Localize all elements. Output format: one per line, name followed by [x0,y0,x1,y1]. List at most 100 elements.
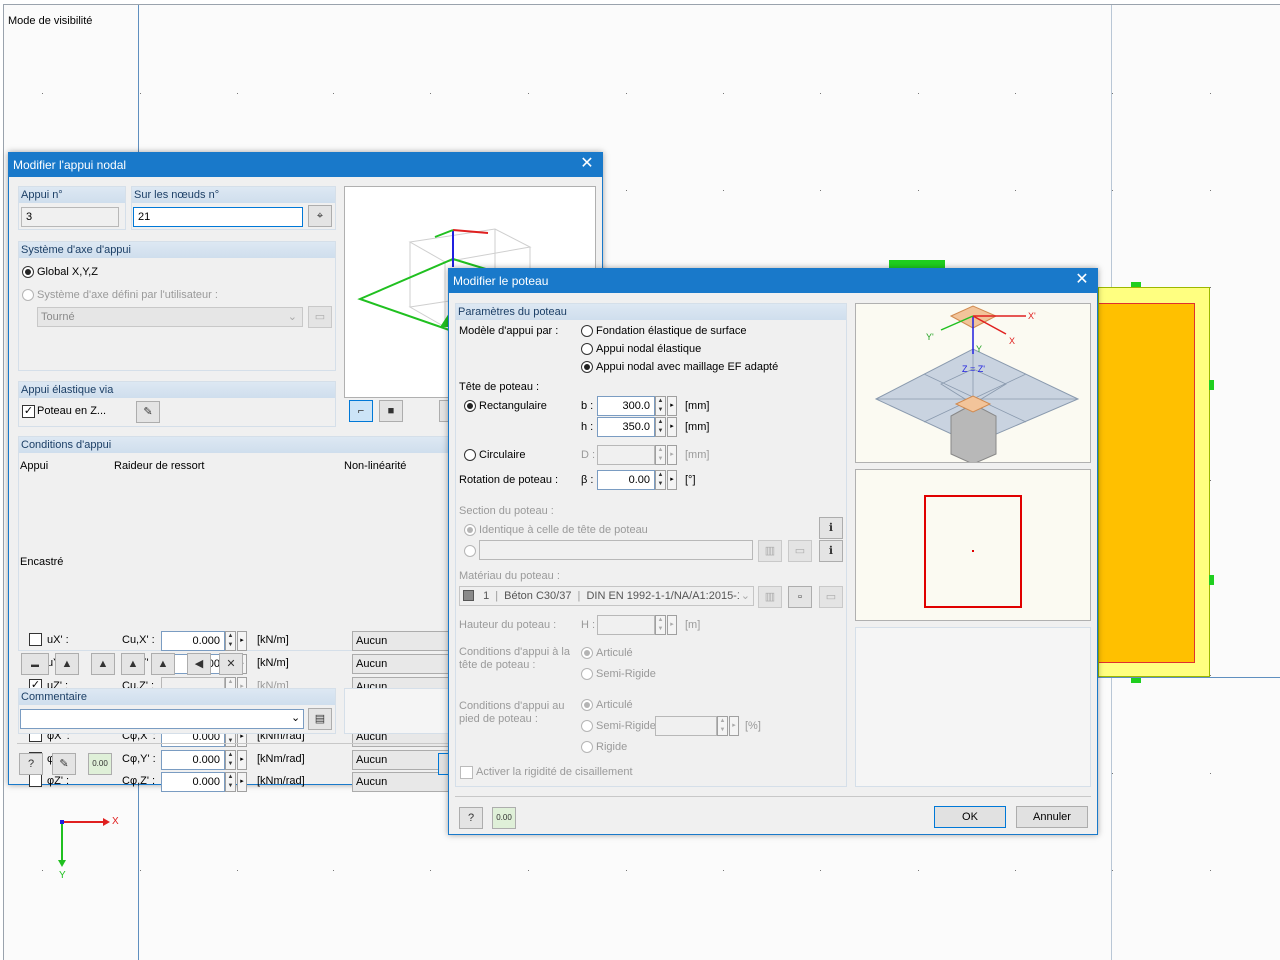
foot-semirigid-input [655,716,717,736]
height-unit: [m] [685,619,701,631]
material-select[interactable]: 1 | Béton C30/37 | DIN EN 1992-1-1/NA/A1… [459,586,754,606]
grid-dot [723,190,724,191]
elastic-foundation-radio[interactable] [581,325,593,337]
view-solid-button[interactable]: ■ [379,400,403,422]
preview-empty-panel [855,627,1091,787]
rotation-label: Rotation de poteau : [459,474,559,486]
nonlinearity-select[interactable]: Aucun [352,631,457,651]
beta-dropdown[interactable]: ▸ [667,470,677,490]
close-icon[interactable]: ✕ [580,153,594,177]
h-input[interactable]: 350.0 [597,417,655,437]
preview-y-label: Y [976,344,982,354]
beta-input[interactable]: 0.00 [597,470,655,490]
user-axis-radio[interactable] [22,289,34,301]
fe-mesh-radio[interactable] [581,361,593,373]
grid-dot [333,870,334,871]
spring-value-dropdown[interactable]: ▸ [237,631,247,651]
pick-nodes-button[interactable]: ⌖ [308,205,332,227]
support-marker [1209,575,1214,585]
user-axis-label: Système d'axe défini par l'utilisateur : [37,289,218,301]
support-type-hinge-button[interactable]: ▬ [21,653,49,675]
chevron-down-icon[interactable]: ⌄ [291,711,300,724]
view-axes-button[interactable]: ⌐ [349,400,373,422]
nonlinearity-select[interactable]: Aucun [352,772,457,792]
grid-dot [1210,480,1211,481]
head-hinged-label: Articulé [596,647,633,659]
section-info-button-2[interactable]: ℹ [819,540,843,562]
beta-spinner[interactable]: ▲ ▼ [655,470,666,490]
spring-value-spinner[interactable]: ▲▼ [225,750,236,770]
material-library-button: ▥ [758,586,782,608]
section-info-button[interactable]: ℹ [819,517,843,539]
edit-column-button[interactable]: ✎ [136,401,160,423]
grid-dot [918,190,919,191]
library-icon: ▥ [764,545,776,557]
support-type-free-button[interactable]: ✕ [219,653,243,675]
h-unit: [mm] [685,421,710,433]
spring-value-input[interactable]: 0.000 [161,631,225,651]
material-new-button[interactable]: ▫ [788,586,812,608]
edit-icon: ▭ [794,545,806,557]
surface-plate[interactable] [1098,287,1210,677]
grid-dot [1210,870,1211,871]
help-button[interactable]: ? [19,753,43,775]
axis-rotation-select[interactable]: Tourné ⌄ [37,307,303,327]
axis-system-group: Système d'axe d'appui [18,241,336,371]
close-icon[interactable]: ✕ [1075,269,1089,293]
h-spinner[interactable]: ▲ ▼ [655,417,666,437]
axis-x-label: X [112,816,119,827]
b-dropdown[interactable]: ▸ [667,396,677,416]
h-dropdown[interactable]: ▸ [667,417,677,437]
foot-hinged-radio [581,699,593,711]
condition-checkbox[interactable] [29,774,42,787]
support-type-pinned-button[interactable]: ▲ [91,653,115,675]
spring-value-dropdown[interactable]: ▸ [237,772,247,792]
units-button[interactable]: 0.00 [88,753,112,775]
grid-dot [1210,93,1211,94]
global-xyz-radio[interactable] [22,266,34,278]
head-conditions-label: Conditions d'appui à la tête de poteau : [459,646,570,671]
support-type-spring-button[interactable]: ▲ [151,653,175,675]
foot-conditions-label: Conditions d'appui au pied de poteau : [459,700,565,725]
global-xyz-label: Global X,Y,Z [37,266,98,278]
height-sym: H : [581,619,596,631]
dialog-title-bar[interactable]: Modifier l'appui nodal ✕ [9,153,602,177]
grid-dot [1015,870,1016,871]
chevron-down-icon: ⌄ [738,587,750,605]
comment-input[interactable] [20,709,304,729]
b-spinner[interactable]: ▲ ▼ [655,396,666,416]
nonlinearity-select[interactable]: Aucun [352,654,457,674]
support-type-roller-button[interactable]: ▲ [121,653,145,675]
grid-dot [237,870,238,871]
column-checkbox[interactable]: ✓ [22,405,35,418]
grid-dot [723,870,724,871]
b-input[interactable]: 300.0 [597,396,655,416]
nodes-input[interactable]: 21 [133,207,303,227]
hinge-icon: ▬ [31,660,39,669]
spring-value-spinner[interactable]: ▲▼ [225,772,236,792]
ok-button[interactable]: OK [934,806,1006,828]
nodes-label: Sur les nœuds n° [132,187,335,203]
help-button[interactable]: ? [459,807,483,829]
spring-value-dropdown[interactable]: ▸ [237,750,247,770]
dialog-title-bar[interactable]: Modifier le poteau ✕ [449,269,1097,293]
spring-value-input[interactable]: 0.000 [161,772,225,792]
column-label: Poteau en Z... [37,405,107,417]
support-type-wall-button[interactable]: ◀ [187,653,211,675]
support-type-fixed-button[interactable]: ▲ [55,653,79,675]
elastic-nodal-radio[interactable] [581,343,593,355]
circular-radio[interactable] [464,449,476,461]
elastic-foundation-label: Fondation élastique de surface [596,325,747,337]
cancel-button[interactable]: Annuler [1016,806,1088,828]
comment-library-button[interactable]: ▤ [308,708,332,730]
library-icon: ▥ [764,591,776,603]
elastic-support-header: Appui élastique via [19,382,335,398]
edit-notes-button[interactable]: ✎ [52,753,76,775]
condition-checkbox[interactable] [29,633,42,646]
units-button[interactable]: 0.00 [492,807,516,829]
rectangular-radio[interactable] [464,400,476,412]
spring-value-spinner[interactable]: ▲▼ [225,631,236,651]
grid-dot [528,870,529,871]
edit-axis-button[interactable]: ▭ [308,306,332,328]
spring-value-input[interactable]: 0.000 [161,750,225,770]
